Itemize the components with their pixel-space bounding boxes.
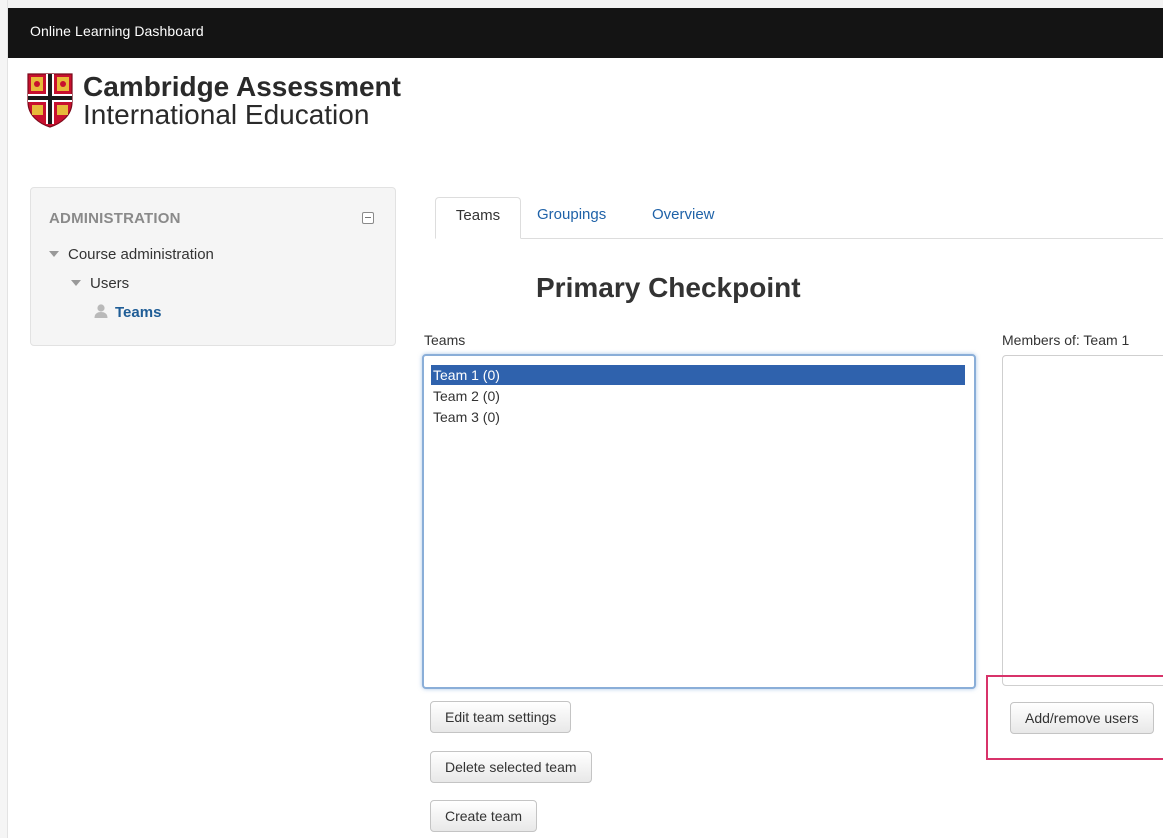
sidebar-item-course-administration[interactable]: Course administration bbox=[49, 246, 214, 263]
edit-team-settings-button[interactable]: Edit team settings bbox=[430, 701, 572, 733]
sidebar-item-label: Course administration bbox=[68, 246, 214, 263]
expanded-arrow-icon[interactable] bbox=[71, 280, 81, 286]
teams-label: Teams bbox=[424, 332, 466, 348]
tab-overview[interactable]: Overview bbox=[652, 197, 715, 237]
create-team-button[interactable]: Create team bbox=[430, 800, 538, 832]
members-select-list[interactable] bbox=[1002, 355, 1163, 686]
administration-block: ADMINISTRATION Course administration Use… bbox=[30, 187, 396, 346]
collapse-block-icon[interactable] bbox=[362, 212, 374, 224]
logo-line-1: Cambridge Assessment bbox=[83, 71, 401, 102]
navbar-title[interactable]: Online Learning Dashboard bbox=[30, 23, 204, 39]
delete-selected-team-button[interactable]: Delete selected team bbox=[430, 751, 592, 783]
expanded-arrow-icon[interactable] bbox=[49, 251, 59, 257]
window-left-edge bbox=[0, 0, 8, 838]
tabs-bar bbox=[435, 238, 1163, 239]
top-navbar: Online Learning Dashboard bbox=[8, 8, 1163, 58]
team-option[interactable]: Team 1 (0) bbox=[431, 365, 965, 385]
sidebar-item-label: Users bbox=[90, 275, 130, 292]
page-title: Primary Checkpoint bbox=[536, 272, 801, 303]
team-option[interactable]: Team 3 (0) bbox=[433, 407, 500, 427]
users-icon bbox=[94, 304, 108, 318]
sidebar-item-teams[interactable]: Teams bbox=[93, 303, 161, 321]
members-label: Members of: Team 1 bbox=[1002, 332, 1130, 348]
highlight-annotation bbox=[986, 675, 1163, 760]
team-option[interactable]: Team 2 (0) bbox=[433, 386, 500, 406]
sidebar-item-label: Teams bbox=[115, 304, 162, 321]
logo-line-2: International Education bbox=[83, 99, 370, 130]
tab-teams[interactable]: Teams bbox=[435, 197, 521, 239]
sidebar-item-users[interactable]: Users bbox=[71, 275, 129, 292]
tab-groupings[interactable]: Groupings bbox=[537, 197, 606, 237]
teams-select-list[interactable]: Team 1 (0) Team 2 (0) Team 3 (0) bbox=[422, 354, 976, 689]
window-top-edge bbox=[0, 0, 1163, 8]
administration-title: ADMINISTRATION bbox=[49, 210, 181, 227]
crest-icon bbox=[27, 73, 73, 128]
